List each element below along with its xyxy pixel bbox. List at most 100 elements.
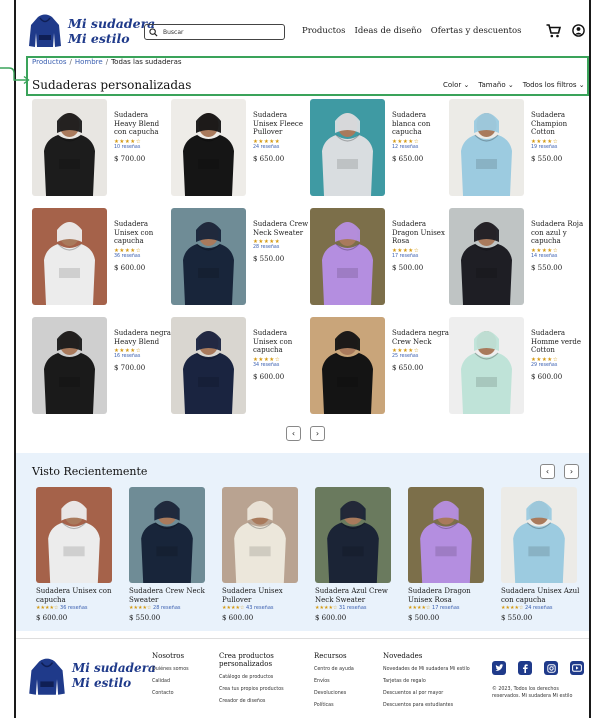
product-name[interactable]: Sudadera Unisex Pullover	[222, 587, 302, 604]
prev-page-button[interactable]: ‹	[286, 426, 301, 441]
footer-link[interactable]: Quiénes somos	[152, 664, 189, 676]
product-image[interactable]	[129, 487, 205, 583]
review-count[interactable]: 29 reseñas	[531, 363, 589, 368]
footer-link[interactable]: Centro de ayuda	[314, 664, 354, 676]
product-card[interactable]: Sudadera blanca con capucha ★★★★☆ 12 reseñ…	[310, 99, 450, 197]
footer-link[interactable]: Novedades de Mi sudadera Mi estilo	[383, 664, 470, 676]
product-image[interactable]	[449, 208, 524, 305]
review-count[interactable]: 28 reseñas	[153, 605, 181, 611]
product-image[interactable]	[310, 208, 385, 305]
product-name[interactable]: Sudadera negra Heavy Blend	[114, 329, 172, 346]
review-count[interactable]: 24 reseñas	[253, 145, 311, 150]
footer-link[interactable]: Descuentos para estudiantes	[383, 700, 470, 712]
product-image[interactable]	[171, 99, 246, 196]
review-count[interactable]: 12 reseñas	[392, 145, 450, 150]
review-count[interactable]: 36 reseñas	[60, 605, 88, 611]
review-count[interactable]: 34 reseñas	[253, 363, 311, 368]
product-name[interactable]: Sudadera Azul Crew Neck Sweater	[315, 587, 395, 604]
product-card[interactable]: Sudadera Dragon Unisex Rosa ★★★★☆ 17 reseñ…	[310, 208, 450, 306]
filter-tamano[interactable]: Tamaño ⌄	[478, 81, 513, 89]
product-image[interactable]	[32, 317, 107, 414]
filter-todos[interactable]: Todos los filtros ⌄	[523, 81, 585, 89]
review-count[interactable]: 10 reseñas	[114, 145, 172, 150]
facebook-icon[interactable]	[518, 661, 532, 675]
product-name[interactable]: Sudadera Dragon Unisex Rosa	[408, 587, 488, 604]
review-count[interactable]: 19 reseñas	[531, 145, 589, 150]
cart-icon[interactable]	[546, 24, 561, 38]
search-input[interactable]: Buscar	[144, 24, 285, 40]
product-name[interactable]: Sudadera Dragon Unisex Rosa	[392, 220, 450, 246]
review-count[interactable]: 16 reseñas	[114, 354, 172, 359]
footer-link[interactable]: Creador de diseños	[219, 696, 299, 708]
product-name[interactable]: Sudadera Champion Cotton	[531, 111, 589, 137]
nav-productos[interactable]: Productos	[302, 26, 345, 36]
recent-product-card[interactable]: Sudadera Unisex Pullover ★★★★☆ 43 reseñas…	[222, 487, 302, 622]
footer-link[interactable]: Tarjetas de regalo	[383, 676, 470, 688]
recent-product-card[interactable]: Sudadera Azul Crew Neck Sweater ★★★★☆ 31 …	[315, 487, 395, 622]
breadcrumb-hombre[interactable]: Hombre	[75, 58, 103, 66]
product-image[interactable]	[36, 487, 112, 583]
instagram-icon[interactable]	[544, 661, 558, 675]
product-image[interactable]	[449, 317, 524, 414]
product-image[interactable]	[310, 99, 385, 196]
product-card[interactable]: Sudadera Unisex Fleece Pullover ★★★★★ 24 r…	[171, 99, 311, 197]
review-count[interactable]: 14 reseñas	[531, 254, 589, 259]
filter-color[interactable]: Color ⌄	[443, 81, 469, 89]
next-page-button[interactable]: ›	[310, 426, 325, 441]
footer-link[interactable]: Políticas	[314, 700, 354, 712]
hoodie-logo-icon[interactable]	[28, 13, 62, 49]
recent-prev-button[interactable]: ‹	[540, 464, 555, 479]
twitter-icon[interactable]	[492, 661, 506, 675]
product-name[interactable]: Sudadera Roja con azul y capucha	[531, 220, 589, 246]
nav-ideas-diseno[interactable]: Ideas de diseño	[354, 26, 421, 36]
review-count[interactable]: 36 reseñas	[114, 254, 172, 259]
recent-next-button[interactable]: ›	[564, 464, 579, 479]
product-image[interactable]	[32, 99, 107, 196]
product-name[interactable]: Sudadera Unisex con capucha	[36, 587, 116, 604]
footer-link[interactable]: Envíos	[314, 676, 354, 688]
breadcrumb-productos[interactable]: Productos	[32, 58, 67, 66]
product-name[interactable]: Sudadera Crew Neck Sweater	[129, 587, 209, 604]
product-card[interactable]: Sudadera Heavy Blend con capucha ★★★★☆ 10 …	[32, 99, 172, 197]
product-card[interactable]: Sudadera negra Crew Neck ★★★★☆ 25 reseñas $…	[310, 317, 450, 415]
product-card[interactable]: Sudadera negra Heavy Blend ★★★★☆ 16 reseña…	[32, 317, 172, 415]
product-image[interactable]	[501, 487, 577, 583]
footer-link[interactable]: Calidad	[152, 676, 189, 688]
brand-name[interactable]: Mi sudadera Mi estilo	[68, 16, 155, 46]
footer-link[interactable]: Contacto	[152, 688, 189, 700]
product-image[interactable]	[222, 487, 298, 583]
product-image[interactable]	[315, 487, 391, 583]
product-name[interactable]: Sudadera Crew Neck Sweater	[253, 220, 311, 237]
product-name[interactable]: Sudadera negra Crew Neck	[392, 329, 450, 346]
product-image[interactable]	[32, 208, 107, 305]
product-name[interactable]: Sudadera Unisex con capucha	[114, 220, 172, 246]
footer-link[interactable]: Descuentos al por mayor	[383, 688, 470, 700]
product-card[interactable]: Sudadera Roja con azul y capucha ★★★★☆ 14 …	[449, 208, 589, 306]
hoodie-logo-icon[interactable]	[28, 657, 66, 697]
product-image[interactable]	[171, 317, 246, 414]
review-count[interactable]: 17 reseñas	[432, 605, 460, 611]
product-image[interactable]	[171, 208, 246, 305]
product-name[interactable]: Sudadera Unisex Azul con capucha	[501, 587, 581, 604]
product-card[interactable]: Sudadera Unisex con capucha ★★★★☆ 36 reseñ…	[32, 208, 172, 306]
footer-link[interactable]: Devoluciones	[314, 688, 354, 700]
product-card[interactable]: Sudadera Homme verde Cotton ★★★★☆ 29 reseñ…	[449, 317, 589, 415]
product-image[interactable]	[408, 487, 484, 583]
footer-brand-name[interactable]: Mi sudadera Mi estilo	[72, 661, 156, 691]
product-name[interactable]: Sudadera Unisex Fleece Pullover	[253, 111, 311, 137]
product-image[interactable]	[310, 317, 385, 414]
user-icon[interactable]	[572, 24, 585, 37]
product-card[interactable]: Sudadera Crew Neck Sweater ★★★★★ 28 reseña…	[171, 208, 311, 306]
product-card[interactable]: Sudadera Unisex con capucha ★★★★☆ 34 reseñ…	[171, 317, 311, 415]
product-card[interactable]: Sudadera Champion Cotton ★★★★☆ 19 reseñas $…	[449, 99, 589, 197]
review-count[interactable]: 24 reseñas	[525, 605, 553, 611]
review-count[interactable]: 25 reseñas	[392, 354, 450, 359]
recent-product-card[interactable]: Sudadera Unisex con capucha ★★★★☆ 36 rese…	[36, 487, 116, 622]
product-name[interactable]: Sudadera blanca con capucha	[392, 111, 450, 137]
review-count[interactable]: 28 reseñas	[253, 245, 311, 250]
youtube-icon[interactable]	[570, 661, 584, 675]
review-count[interactable]: 17 reseñas	[392, 254, 450, 259]
footer-link[interactable]: Catálogo de productos	[219, 672, 299, 684]
recent-product-card[interactable]: Sudadera Crew Neck Sweater ★★★★☆ 28 reseñ…	[129, 487, 209, 622]
footer-link[interactable]: Crea tus propios productos	[219, 684, 299, 696]
